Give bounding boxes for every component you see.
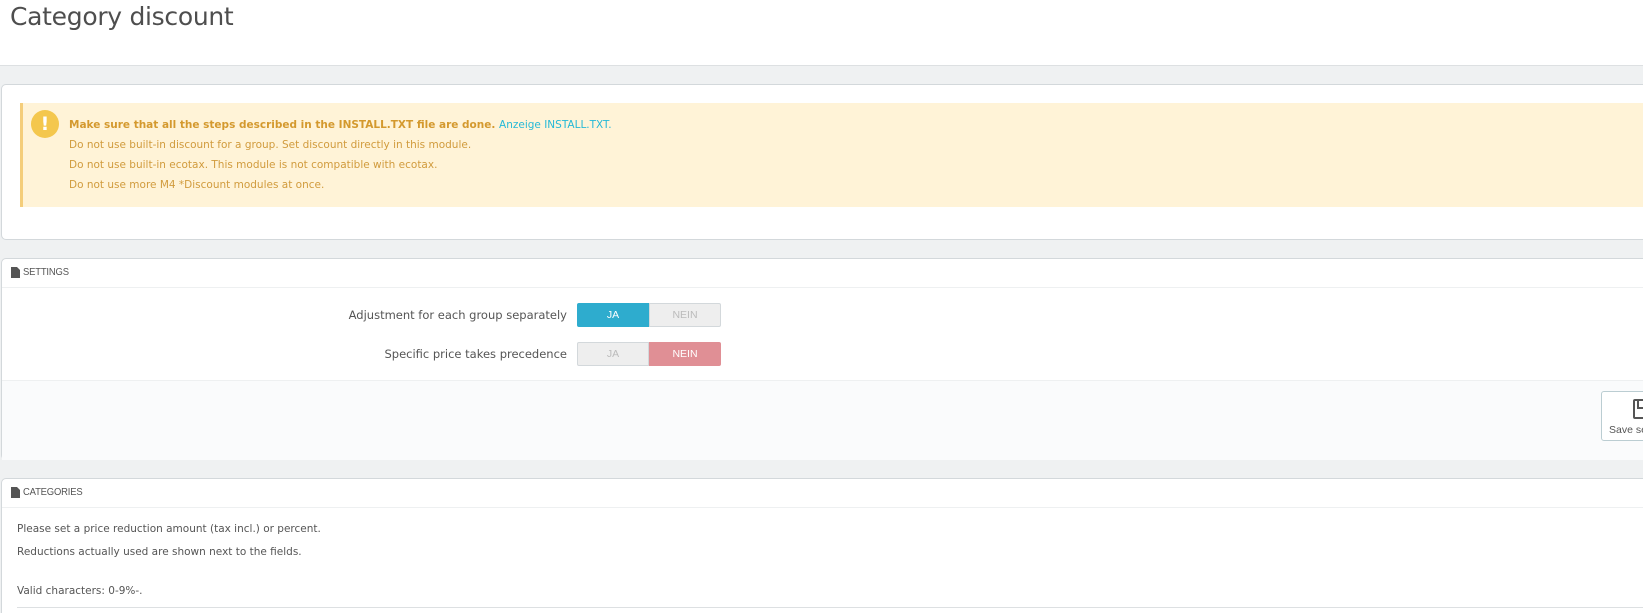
specific-price-yes-option[interactable]: JA: [577, 342, 649, 366]
adjustment-switch[interactable]: JA NEIN: [577, 303, 722, 327]
save-settings-label: Save se: [1609, 424, 1643, 436]
file-icon: [11, 267, 20, 278]
categories-reductions-note: Reductions actually used are shown next …: [17, 546, 302, 558]
setting-row-specific-price: Specific price takes precedence JA NEIN: [2, 342, 1643, 368]
divider: [17, 607, 1643, 608]
save-settings-button[interactable]: Save se: [1601, 391, 1643, 441]
setting-row-adjustment: Adjustment for each group separately JA …: [2, 303, 1643, 329]
adjustment-yes-option[interactable]: JA: [577, 303, 649, 327]
settings-heading: SETTINGS: [2, 259, 1643, 288]
adjustment-no-option[interactable]: NEIN: [649, 303, 721, 327]
specific-price-no-option[interactable]: NEIN: [649, 342, 721, 366]
categories-instruction: Please set a price reduction amount (tax…: [17, 523, 321, 535]
categories-heading-label: CATEGORIES: [23, 486, 83, 498]
settings-heading-label: SETTINGS: [23, 266, 69, 278]
file-icon: [11, 487, 20, 498]
alert-line-install: Make sure that all the steps described i…: [69, 119, 612, 131]
floppy-disk-icon: [1633, 399, 1643, 419]
page-title: Category discount: [10, 2, 234, 31]
page-header: Category discount: [0, 0, 1643, 66]
alert-line-modules: Do not use more M4 *Discount modules at …: [69, 179, 325, 191]
alert-line-ecotax: Do not use built-in ecotax. This module …: [69, 159, 438, 171]
categories-heading: CATEGORIES: [2, 479, 1643, 508]
warning-alert: ! Make sure that all the steps described…: [20, 103, 1643, 207]
alert-install-text: Make sure that all the steps described i…: [69, 119, 496, 131]
adjustment-label: Adjustment for each group separately: [348, 308, 567, 322]
alert-line-group-discount: Do not use built-in discount for a group…: [69, 139, 472, 151]
exclamation-circle-icon: !: [31, 110, 59, 138]
settings-panel: SETTINGS Adjustment for each group separ…: [1, 258, 1643, 460]
settings-footer: Save se: [2, 380, 1643, 460]
categories-panel: CATEGORIES Please set a price reduction …: [1, 478, 1643, 613]
install-txt-link[interactable]: Anzeige INSTALL.TXT.: [499, 119, 612, 131]
specific-price-switch[interactable]: JA NEIN: [577, 342, 722, 366]
categories-valid-characters: Valid characters: 0-9%-.: [17, 585, 143, 597]
specific-price-label: Specific price takes precedence: [384, 347, 567, 361]
alert-panel: ! Make sure that all the steps described…: [1, 84, 1643, 240]
